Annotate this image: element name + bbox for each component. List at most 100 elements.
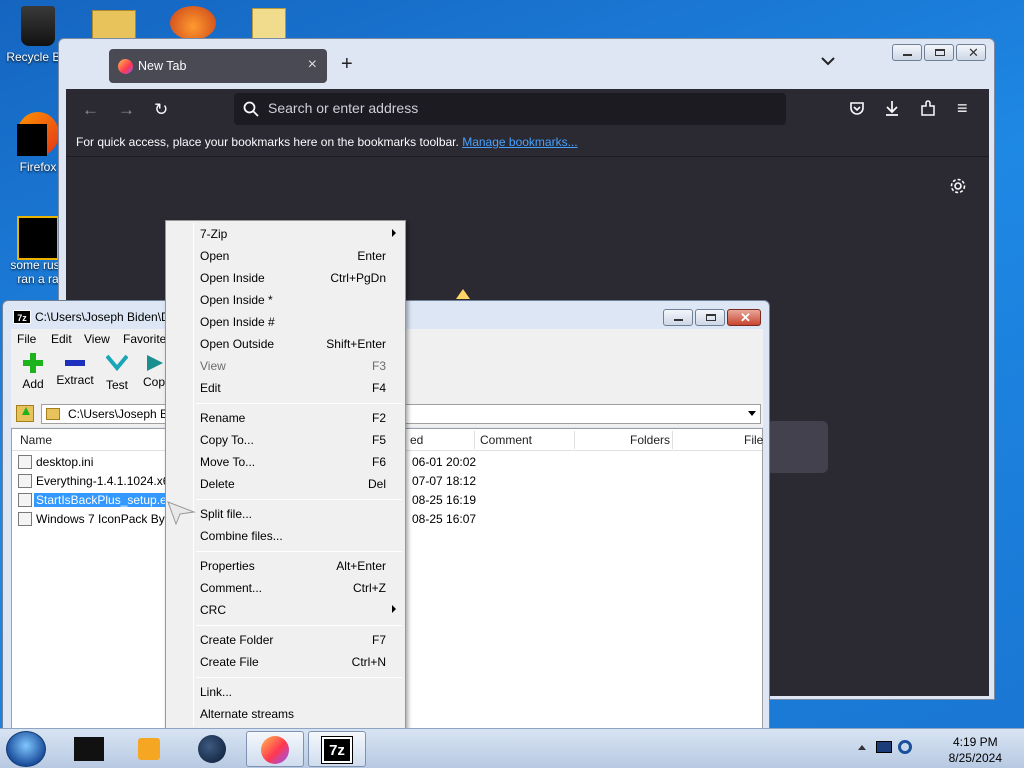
maximize-button[interactable] (695, 309, 725, 326)
menu-item-edit[interactable]: Edit F4 (200, 378, 386, 398)
new-tab-button[interactable]: + (341, 53, 353, 76)
network-icon[interactable] (898, 740, 912, 754)
window-title: C:\Users\Joseph Biden\De (35, 310, 177, 324)
warning-icon (456, 289, 470, 299)
address-input[interactable] (268, 100, 768, 116)
chevron-down-icon[interactable] (821, 56, 835, 66)
test-button[interactable]: Test (99, 353, 135, 392)
menu-item-copy-to[interactable]: Copy To... F5 (200, 430, 386, 450)
menu-item-create-folder[interactable]: Create Folder F7 (200, 630, 386, 650)
menu-item-alternate-streams[interactable]: Alternate streams (200, 704, 386, 724)
close-button[interactable]: ✕ (727, 309, 761, 326)
media-player-icon (138, 738, 160, 760)
column-comment[interactable]: Comment (480, 433, 532, 447)
menu-item-open-outside[interactable]: Open Outside Shift+Enter (200, 334, 386, 354)
maximize-button[interactable] (924, 44, 954, 61)
menu-edit[interactable]: Edit (51, 332, 72, 346)
taskbar-item-firefox[interactable] (246, 731, 304, 767)
plus-icon (23, 353, 43, 373)
menu-item-properties[interactable]: Properties Alt+Enter (200, 556, 386, 576)
back-icon[interactable]: ← (82, 100, 99, 120)
gear-icon[interactable] (949, 177, 967, 195)
menu-file[interactable]: File (17, 332, 36, 346)
menu-item-view[interactable]: View F3 (200, 356, 386, 376)
sevenzip-app-icon: 7z (13, 310, 31, 324)
column-modified[interactable]: ed (410, 433, 423, 447)
system-tray: 4:19 PM 8/25/2024 (854, 733, 1014, 765)
minimize-button[interactable] (892, 44, 922, 61)
minimize-button[interactable] (663, 309, 693, 326)
show-hidden-icons-button[interactable] (858, 745, 866, 750)
menu-item-create-file[interactable]: Create File Ctrl+N (200, 652, 386, 672)
menu-item-link[interactable]: Link... (200, 682, 386, 702)
taskbar-item-7zip[interactable]: 7z (308, 731, 366, 767)
forward-icon[interactable]: → (118, 100, 135, 120)
path-text: C:\Users\Joseph Bi (68, 407, 171, 421)
exe-file-icon (18, 474, 32, 488)
taskbar-item-media-player[interactable] (120, 731, 178, 767)
clock-date: 8/25/2024 (948, 751, 1002, 765)
search-icon (243, 101, 259, 117)
folder-icon (46, 408, 60, 420)
menu-item-open-inside-star[interactable]: Open Inside * (200, 290, 386, 310)
column-name[interactable]: Name (20, 433, 52, 447)
taskbar-item-black-app[interactable] (60, 731, 118, 767)
folder-icon[interactable] (252, 8, 286, 40)
clock[interactable]: 4:19 PM 8/25/2024 (949, 735, 1002, 765)
close-icon[interactable]: × (308, 56, 317, 74)
up-folder-icon[interactable] (16, 405, 34, 422)
menu-item-combine-files[interactable]: Combine files... (200, 526, 386, 546)
menu-icon[interactable]: ≡ (957, 98, 968, 119)
manage-bookmarks-link[interactable]: Manage bookmarks... (462, 135, 577, 149)
menu-view[interactable]: View (84, 332, 110, 346)
menu-item-7zip[interactable]: 7-Zip (200, 224, 396, 244)
firefox-tab-bar: New Tab × + ✕ (59, 39, 994, 91)
search-shortcut-tile[interactable] (766, 421, 828, 473)
menu-item-rename[interactable]: Rename F2 (200, 408, 386, 428)
menu-item-move-to[interactable]: Move To... F6 (200, 452, 386, 472)
cursor-icon (167, 501, 196, 526)
menu-favorites[interactable]: Favorite (123, 332, 166, 346)
menu-item-delete[interactable]: Delete Del (200, 474, 386, 494)
context-menu: 7-Zip Open Enter Open Inside Ctrl+PgDn Ope… (165, 220, 406, 729)
menu-item-split-file[interactable]: Split file... (200, 504, 386, 524)
chevron-down-icon[interactable] (748, 411, 756, 416)
file-icon (17, 216, 59, 260)
add-button[interactable]: Add (13, 353, 53, 391)
address-bar[interactable] (234, 93, 786, 125)
submenu-arrow-icon (392, 229, 396, 237)
tab-new-tab[interactable]: New Tab × (109, 49, 327, 83)
pocket-icon[interactable] (849, 101, 865, 116)
black-box-icon (74, 737, 104, 761)
taskbar: 7z 4:19 PM 8/25/2024 (0, 728, 1024, 768)
globe-icon (198, 735, 226, 763)
download-icon[interactable] (884, 100, 900, 117)
firefox-icon (261, 736, 289, 764)
menu-item-open-inside[interactable]: Open Inside Ctrl+PgDn (200, 268, 386, 288)
extract-button[interactable]: Extract (55, 353, 95, 387)
submenu-arrow-icon (392, 605, 396, 613)
settings-file-icon (18, 455, 32, 469)
menu-item-open[interactable]: Open Enter (200, 246, 386, 266)
column-folders[interactable]: Folders (630, 433, 670, 447)
monitor-icon[interactable] (876, 741, 892, 753)
bookmarks-hint: For quick access, place your bookmarks h… (76, 135, 459, 149)
menu-item-comment[interactable]: Comment... Ctrl+Z (200, 578, 386, 598)
firefox-navigation-toolbar: ← → ↻ ≡ (66, 89, 989, 129)
reload-icon[interactable]: ↻ (154, 100, 168, 120)
extensions-icon[interactable] (920, 100, 937, 117)
sevenzip-icon: 7z (321, 736, 353, 764)
folder-icon[interactable] (92, 10, 136, 40)
recycle-bin-icon (21, 6, 55, 46)
taskbar-item-globe[interactable] (184, 731, 242, 767)
menu-item-crc[interactable]: CRC (200, 600, 396, 620)
close-button[interactable]: ✕ (956, 44, 986, 61)
minus-icon (65, 360, 85, 366)
column-files[interactable]: File (744, 433, 763, 447)
firefox-icon (17, 112, 59, 156)
firefox-icon (118, 59, 133, 74)
exe-file-icon (18, 493, 32, 507)
media-icon[interactable] (170, 6, 216, 40)
start-button[interactable] (6, 731, 46, 767)
menu-item-open-inside-hash[interactable]: Open Inside # (200, 312, 386, 332)
